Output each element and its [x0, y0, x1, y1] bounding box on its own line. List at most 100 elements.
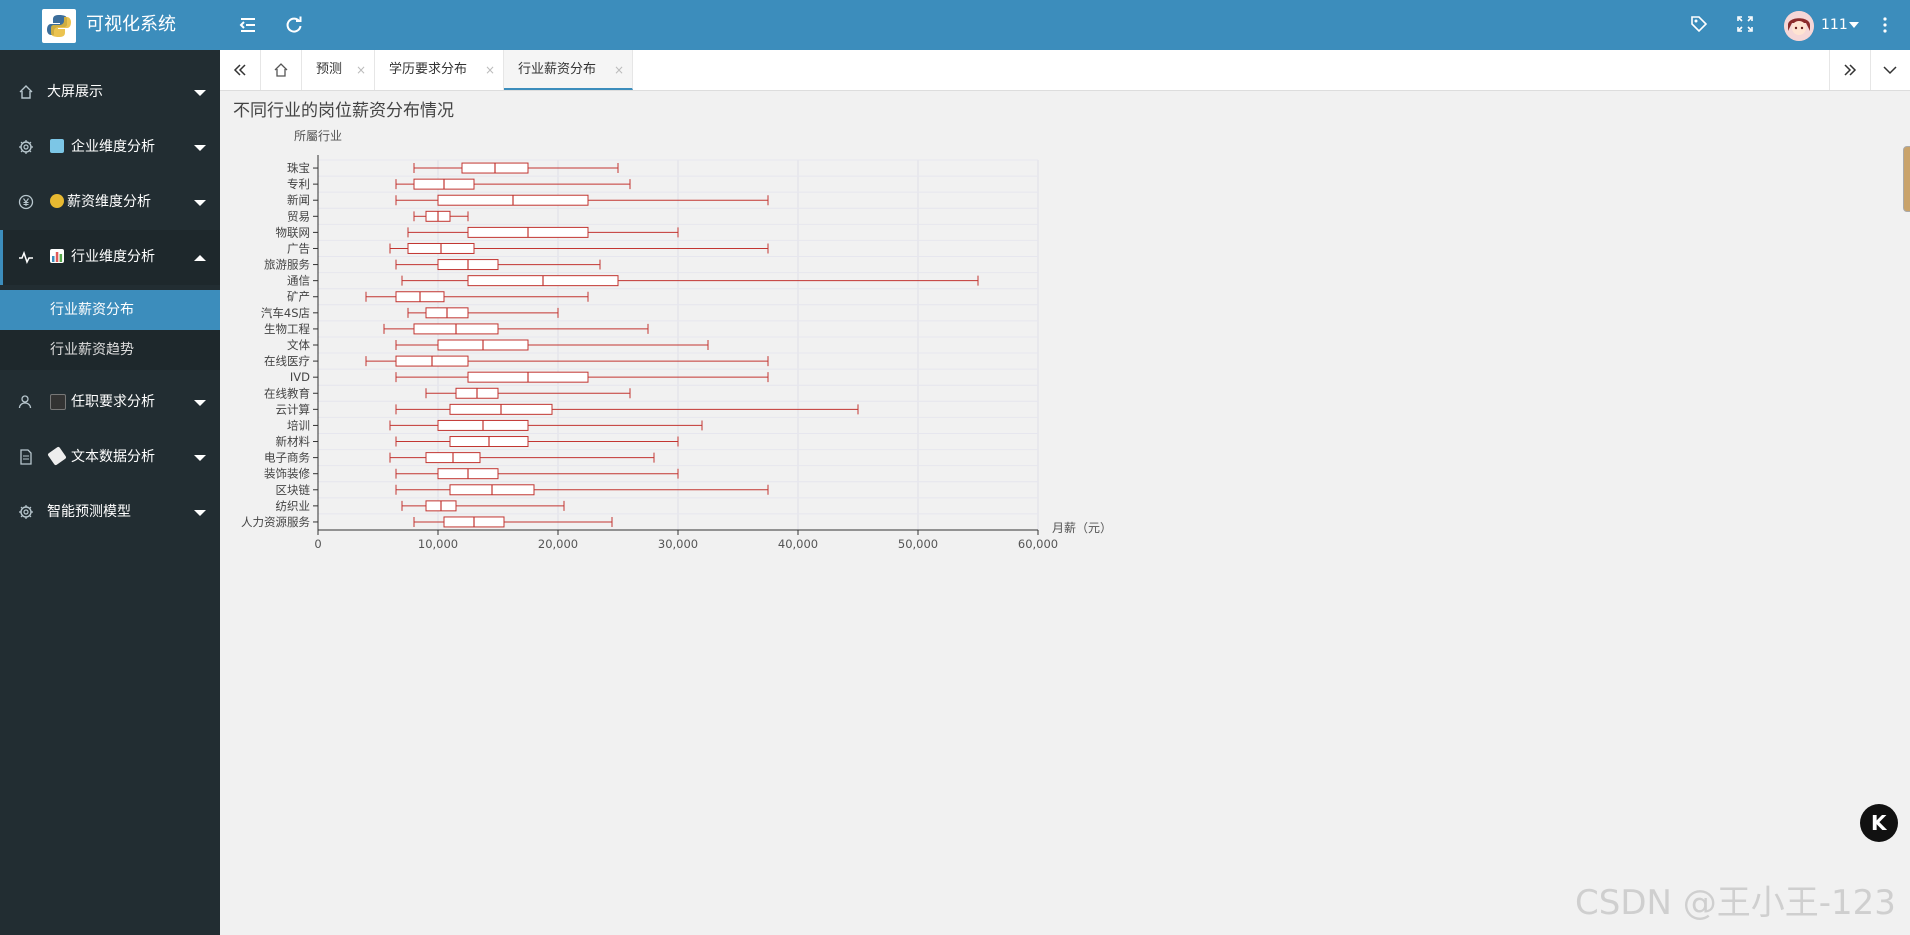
- submenu-item-label: 行业薪资趋势: [50, 342, 134, 358]
- chevron-down-icon: [194, 90, 206, 96]
- sidebar-item-label: 智能预测模型: [47, 504, 131, 520]
- chevron-down-icon: [194, 400, 206, 406]
- submenu-item-label: 行业薪资分布: [50, 302, 134, 318]
- sidebar-item-label: 企业维度分析: [71, 139, 155, 155]
- yen-icon: [18, 194, 34, 210]
- y-tick-label: 物联网: [276, 225, 311, 239]
- x-tick-label: 40,000: [778, 537, 818, 550]
- chevron-down-icon: [194, 145, 206, 151]
- tab-label: 预测: [316, 62, 343, 77]
- home-icon: [274, 63, 288, 77]
- y-tick-label: 旅游服务: [264, 258, 310, 272]
- collapse-menu-icon[interactable]: [238, 15, 258, 35]
- bar-chart-emoji-icon: [50, 249, 64, 263]
- scroll-tabs-left-button[interactable]: [220, 50, 261, 90]
- y-tick-label: 珠宝: [287, 161, 310, 175]
- y-tick-label: 贸易: [287, 209, 310, 223]
- refresh-icon[interactable]: [284, 15, 304, 35]
- sidebar: 大屏展示 企业维度分析 薪资维度分析 行业维度分析 行业薪资分布 行业薪资趋势: [0, 50, 220, 935]
- y-tick-label: 生物工程: [264, 322, 310, 336]
- close-icon[interactable]: ×: [485, 61, 495, 79]
- y-tick-label: 在线医疗: [264, 354, 310, 368]
- watermark: CSDN @王小王-123: [1575, 883, 1896, 923]
- tab-label: 行业薪资分布: [518, 62, 597, 77]
- close-icon[interactable]: ×: [614, 61, 624, 79]
- x-tick-label: 0: [314, 537, 321, 550]
- tabs-menu-button[interactable]: [1870, 50, 1910, 90]
- y-tick-label: 广告: [287, 241, 310, 255]
- y-tick-label: 在线教育: [264, 386, 310, 400]
- y-tick-label: 区块链: [276, 483, 311, 497]
- x-tick-label: 10,000: [418, 537, 458, 550]
- sidebar-item-requirements[interactable]: 任职要求分析: [0, 375, 220, 430]
- sidebar-item-industry[interactable]: 行业维度分析: [0, 230, 220, 285]
- x-axis-title: 月薪（元）: [1052, 521, 1112, 535]
- x-tick-label: 20,000: [538, 537, 578, 550]
- y-tick-label: IVD: [290, 370, 310, 384]
- x-tick-label: 50,000: [898, 537, 938, 550]
- floating-k-button[interactable]: K: [1860, 804, 1898, 842]
- sidebar-item-label: 行业维度分析: [71, 249, 155, 265]
- more-vertical-icon[interactable]: [1882, 15, 1888, 39]
- calendar-emoji-icon: [50, 139, 64, 153]
- y-tick-label: 汽车4S店: [261, 306, 310, 320]
- double-chevron-left-icon: [233, 64, 246, 76]
- x-tick-label: 60,000: [1018, 537, 1058, 550]
- tab-industry-salary-distribution[interactable]: 行业薪资分布 ×: [504, 50, 633, 90]
- logo-icon: [42, 9, 76, 43]
- sidebar-item-label: 薪资维度分析: [67, 194, 151, 210]
- y-tick-label: 专利: [287, 177, 310, 191]
- chart-title: 不同行业的岗位薪资分布情况: [233, 101, 454, 121]
- tab-education-requirements[interactable]: 学历要求分布 ×: [375, 50, 504, 90]
- chevron-down-icon: [194, 455, 206, 461]
- user-name[interactable]: 111: [1821, 15, 1848, 35]
- sidebar-item-label: 大屏展示: [47, 84, 103, 100]
- y-tick-label: 装饰装修: [264, 467, 310, 481]
- y-tick-label: 人力资源服务: [241, 515, 310, 529]
- sidebar-item-enterprise[interactable]: 企业维度分析: [0, 120, 220, 175]
- y-tick-label: 新闻: [287, 193, 310, 207]
- gear-icon: [18, 139, 34, 155]
- scroll-tabs-right-button[interactable]: [1829, 50, 1871, 90]
- y-tick-label: 云计算: [276, 402, 311, 416]
- y-axis-title: 所屬行业: [294, 129, 342, 143]
- submenu-item-industry-salary-distribution[interactable]: 行业薪资分布: [0, 290, 220, 330]
- sidebar-item-text-analysis[interactable]: 文本数据分析: [0, 430, 220, 485]
- tab-prediction[interactable]: 预测 ×: [302, 50, 375, 90]
- boxplot-chart: 0 10,000 20,000 30,000 40,000 50,000 60,000 所屬行…: [241, 129, 1112, 550]
- chevron-up-icon: [194, 255, 206, 261]
- chevron-down-icon[interactable]: [1849, 22, 1859, 28]
- tab-bar: 预测 × 学历要求分布 × 行业薪资分布 ×: [220, 50, 1910, 91]
- pulse-icon: [18, 249, 34, 265]
- y-tick-label: 培训: [287, 418, 310, 432]
- chevron-down-icon: [194, 510, 206, 516]
- tab-label: 学历要求分布: [389, 62, 468, 77]
- pill-emoji-icon: [47, 446, 67, 466]
- sidebar-item-label: 文本数据分析: [71, 449, 155, 465]
- money-bag-emoji-icon: [50, 194, 64, 208]
- fullscreen-icon[interactable]: [1736, 15, 1756, 35]
- close-icon[interactable]: ×: [356, 61, 366, 79]
- submenu-item-industry-salary-trend[interactable]: 行业薪资趋势: [0, 330, 220, 370]
- file-icon: [18, 449, 34, 465]
- k-label: K: [1871, 811, 1887, 835]
- graduation-cap-emoji-icon: [50, 394, 66, 410]
- home-tab[interactable]: [261, 50, 302, 90]
- chevron-down-icon: [1883, 66, 1897, 75]
- chevron-down-icon: [194, 200, 206, 206]
- top-header: 可视化系统 111: [0, 0, 1910, 50]
- brand[interactable]: 可视化系统: [0, 0, 220, 50]
- user-icon: [18, 394, 34, 410]
- y-tick-label: 新材料: [276, 435, 311, 449]
- y-tick-label: 电子商务: [264, 451, 310, 465]
- side-handle[interactable]: [1903, 146, 1910, 212]
- x-tick-label: 30,000: [658, 537, 698, 550]
- sidebar-item-prediction[interactable]: 智能预测模型: [0, 485, 220, 540]
- sidebar-item-dashboard[interactable]: 大屏展示: [0, 65, 220, 120]
- y-tick-label: 矿产: [287, 290, 310, 304]
- sidebar-item-label: 任职要求分析: [71, 394, 155, 410]
- gear-icon: [18, 504, 34, 520]
- avatar[interactable]: [1784, 11, 1814, 41]
- tag-icon[interactable]: [1690, 15, 1710, 35]
- sidebar-item-salary[interactable]: 薪资维度分析: [0, 175, 220, 230]
